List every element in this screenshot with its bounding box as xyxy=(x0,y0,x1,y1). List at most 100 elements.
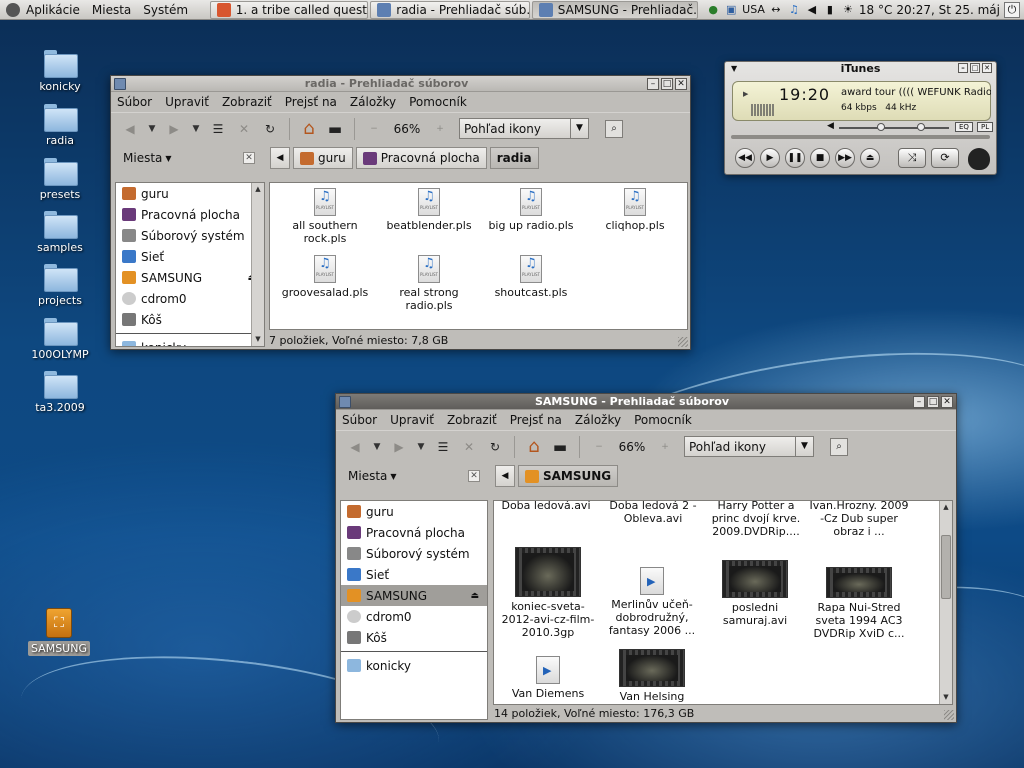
menu-bookmarks[interactable]: Záložky xyxy=(350,95,396,109)
view-mode-select[interactable]: Pohľad ikony ▼ xyxy=(459,118,589,139)
menu-help[interactable]: Pomocník xyxy=(409,95,467,109)
menu-bookmarks[interactable]: Záložky xyxy=(575,413,621,427)
file-item[interactable]: Harry Potter a princ dvojí krve. 2009.DV… xyxy=(704,501,808,538)
view-options-icon[interactable]: ☰ xyxy=(432,437,454,457)
resize-grip[interactable] xyxy=(678,337,688,347)
rewind-icon[interactable]: ◀◀ xyxy=(735,148,755,168)
file-view-scrollbar[interactable]: ▲ ▼ xyxy=(939,501,952,704)
chevron-down-icon[interactable]: ▼ xyxy=(731,62,737,76)
back-icon[interactable]: ◀ xyxy=(344,437,366,457)
view-options-icon[interactable]: ☰ xyxy=(207,119,229,139)
sidebar-item-konicky[interactable]: konicky xyxy=(116,337,264,346)
forward-icon[interactable]: ▶ xyxy=(163,119,185,139)
back-history-icon[interactable]: ▼ xyxy=(370,437,384,457)
close-sidebar-button[interactable]: ✕ xyxy=(468,470,480,482)
breadcrumb-left-arrow[interactable]: ◀ xyxy=(270,147,290,169)
weather-temp[interactable]: 18 °C xyxy=(859,3,892,17)
menu-edit[interactable]: Upraviť xyxy=(165,95,209,109)
clock[interactable]: 20:27, St 25. máj xyxy=(896,3,1000,17)
eject-icon[interactable]: ⏏ xyxy=(470,591,479,601)
zoom-level[interactable]: 66% xyxy=(614,440,650,454)
file-item[interactable]: koniec-sveta-2012-avi-cz-film-2010.3gp xyxy=(496,547,600,639)
window-menu-icon[interactable] xyxy=(339,395,351,408)
sidebar-item-cdrom[interactable]: cdrom0 xyxy=(341,606,487,627)
desktop-folder[interactable]: radia xyxy=(20,104,100,147)
places-header[interactable]: Miesta ▼ ✕ xyxy=(336,462,484,490)
stop-icon[interactable]: ■ xyxy=(810,148,830,168)
computer-icon[interactable]: ▬ xyxy=(324,119,346,139)
file-item[interactable]: Merlinův učeň- dobrodružný, fantasy 2006… xyxy=(600,567,704,637)
computer-icon[interactable]: ▬ xyxy=(549,437,571,457)
menu-file[interactable]: Súbor xyxy=(117,95,152,109)
fast-forward-icon[interactable]: ▶▶ xyxy=(835,148,855,168)
sidebar-item-desktop[interactable]: Pracovná plocha xyxy=(341,522,487,543)
breadcrumb-left-arrow[interactable]: ◀ xyxy=(495,465,515,487)
sidebar-item-trash[interactable]: Kôš xyxy=(341,627,487,648)
balance-knob[interactable] xyxy=(917,123,925,131)
close-button[interactable]: ✕ xyxy=(941,395,953,408)
menu-go[interactable]: Prejsť na xyxy=(285,95,337,109)
shutdown-icon[interactable]: ⏻ xyxy=(1004,1,1020,18)
file-item[interactable]: all southern rock.pls xyxy=(273,188,377,245)
menu-view[interactable]: Zobraziť xyxy=(447,413,497,427)
zoom-in-icon[interactable]: + xyxy=(654,437,676,457)
volume-knob[interactable] xyxy=(877,123,885,131)
playlist-button[interactable]: PL xyxy=(977,122,994,132)
file-item[interactable]: groovesalad.pls xyxy=(273,255,377,299)
menu-help[interactable]: Pomocník xyxy=(634,413,692,427)
sidebar-item-samsung[interactable]: SAMSUNG⏏ xyxy=(341,585,487,606)
file-item[interactable]: cliqhop.pls xyxy=(583,188,687,232)
breadcrumb-radia[interactable]: radia xyxy=(489,147,539,169)
sidebar-item-guru[interactable]: guru xyxy=(341,501,487,522)
sidebar-item-cdrom[interactable]: cdrom0 xyxy=(116,288,264,309)
volume-slider[interactable]: ◀ EQ PL xyxy=(827,121,994,133)
taskbar-item-radia[interactable]: radia - Prehliadač súb... xyxy=(370,0,530,19)
resize-grip[interactable] xyxy=(944,710,954,720)
places-header[interactable]: Miesta ▼ ✕ xyxy=(111,144,259,172)
sidebar-item-network[interactable]: Sieť xyxy=(341,564,487,585)
battery-icon[interactable]: ▮ xyxy=(823,3,837,17)
desktop-folder[interactable]: presets xyxy=(20,158,100,201)
maximize-button[interactable]: □ xyxy=(970,63,980,73)
volume-icon[interactable]: ◀ xyxy=(805,3,819,17)
zoom-out-icon[interactable]: − xyxy=(363,119,385,139)
pause-icon[interactable]: ❚❚ xyxy=(785,148,805,168)
taskbar-item-music[interactable]: 1. a tribe called quest... xyxy=(209,0,369,19)
close-button[interactable]: ✕ xyxy=(675,77,687,90)
taskbar-item-samsung[interactable]: SAMSUNG - Prehliadač... xyxy=(531,0,699,19)
back-icon[interactable]: ◀ xyxy=(119,119,141,139)
minimize-button[interactable]: – xyxy=(958,63,968,73)
zoom-in-icon[interactable]: + xyxy=(429,119,451,139)
desktop-folder[interactable]: samples xyxy=(20,211,100,254)
reload-icon[interactable]: ↻ xyxy=(484,437,506,457)
breadcrumb-desktop[interactable]: Pracovná plocha xyxy=(355,147,487,169)
file-item[interactable]: Van Diemens xyxy=(496,656,600,700)
desktop-folder[interactable]: konicky xyxy=(20,50,100,93)
minimize-button[interactable]: – xyxy=(647,77,659,90)
file-item[interactable]: Doba ledová 2 - Obleva.avi xyxy=(601,501,705,525)
file-item[interactable]: real strong radio.pls xyxy=(377,255,481,312)
itunes-titlebar[interactable]: ▼ iTunes – □ ✕ xyxy=(725,62,996,76)
repeat-icon[interactable]: ⟳ xyxy=(931,148,959,168)
play-icon[interactable]: ▶ xyxy=(760,148,780,168)
desktop-usb-drive[interactable]: ⛶ SAMSUNG xyxy=(19,608,99,656)
updates-icon[interactable]: ▣ xyxy=(724,3,738,17)
forward-icon[interactable]: ▶ xyxy=(388,437,410,457)
sidebar-scrollbar[interactable]: ▲ ▼ xyxy=(251,183,264,346)
breadcrumb-samsung[interactable]: SAMSUNG xyxy=(518,465,619,487)
sidebar-item-samsung[interactable]: SAMSUNG⏏ xyxy=(116,267,264,288)
menu-go[interactable]: Prejsť na xyxy=(510,413,562,427)
sidebar-item-filesystem[interactable]: Súborový systém xyxy=(341,543,487,564)
network-icon[interactable]: ● xyxy=(706,3,720,17)
eject-icon[interactable]: ⏏ xyxy=(860,148,880,168)
menu-applications[interactable]: Aplikácie xyxy=(0,0,86,20)
arrows-icon[interactable]: ↔ xyxy=(769,3,783,17)
window-titlebar[interactable]: SAMSUNG - Prehliadač súborov – □ ✕ xyxy=(336,394,956,410)
forward-history-icon[interactable]: ▼ xyxy=(189,119,203,139)
search-icon[interactable]: ⌕ xyxy=(605,119,623,138)
file-item[interactable]: beatblender.pls xyxy=(377,188,481,232)
sidebar-item-desktop[interactable]: Pracovná plocha xyxy=(116,204,264,225)
maximize-button[interactable]: □ xyxy=(927,395,939,408)
menu-view[interactable]: Zobraziť xyxy=(222,95,272,109)
file-item[interactable]: Ivan.Hrozny. 2009 -Cz Dub super obraz i … xyxy=(807,501,911,538)
